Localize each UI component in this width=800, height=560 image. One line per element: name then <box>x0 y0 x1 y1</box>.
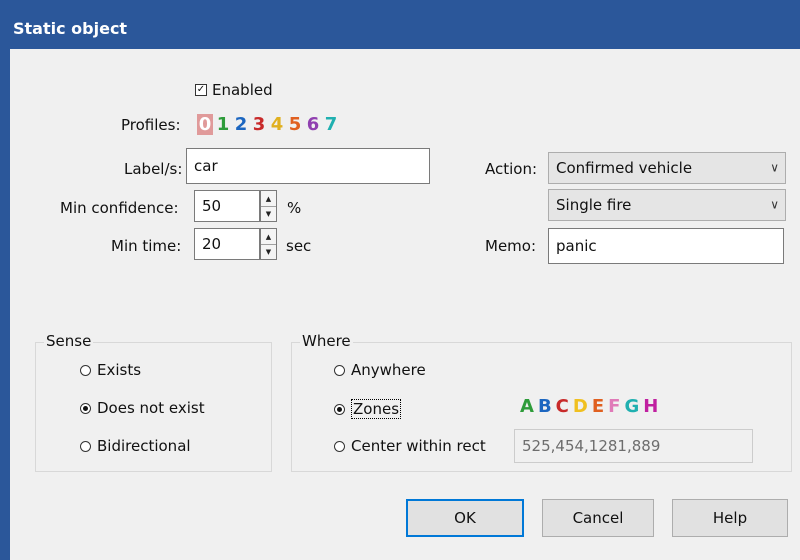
zone-c[interactable]: C <box>556 396 569 417</box>
spin-down-icon[interactable]: ▼ <box>261 206 276 221</box>
checkbox-check-icon: ✓ <box>195 84 207 96</box>
static-object-dialog: Static object ✓ Enabled Profiles: 012345… <box>0 0 800 560</box>
sense-radio-exists[interactable]: Exists <box>80 361 141 379</box>
min-confidence-label: Min confidence: <box>60 199 179 217</box>
rect-input: 525,454,1281,889 <box>514 429 753 463</box>
where-radio-zones[interactable]: Zones <box>334 399 402 419</box>
where-radio-center-within-rect[interactable]: Center within rect <box>334 437 486 455</box>
zone-f[interactable]: F <box>608 396 620 417</box>
zone-g[interactable]: G <box>624 396 639 417</box>
zone-b[interactable]: B <box>538 396 552 417</box>
where-option-label: Center within rect <box>351 437 486 455</box>
action-select-value: Confirmed vehicle <box>556 159 693 177</box>
enabled-label: Enabled <box>212 81 273 99</box>
action-label: Action: <box>485 160 538 178</box>
profile-7[interactable]: 7 <box>323 114 339 135</box>
where-option-label: Zones <box>351 399 402 419</box>
radio-icon <box>80 440 91 452</box>
cancel-button-label: Cancel <box>572 509 624 527</box>
spin-up-icon[interactable]: ▲ <box>261 191 276 206</box>
labels-input[interactable]: car <box>186 148 430 184</box>
rect-input-value: 525,454,1281,889 <box>522 437 661 455</box>
fire-mode-select-value: Single fire <box>556 196 632 214</box>
title-bar[interactable]: Static object <box>0 0 800 49</box>
where-option-label: Anywhere <box>351 361 426 379</box>
help-button[interactable]: Help <box>672 499 788 537</box>
profile-4[interactable]: 4 <box>269 114 285 135</box>
min-confidence-value: 50 <box>202 197 222 215</box>
radio-icon <box>334 364 345 376</box>
spin-up-icon[interactable]: ▲ <box>261 229 276 244</box>
zone-e[interactable]: E <box>592 396 604 417</box>
min-confidence-input[interactable]: 50 <box>194 190 260 222</box>
spin-down-icon[interactable]: ▼ <box>261 244 276 259</box>
dialog-client-area: ✓ Enabled Profiles: 01234567 Label/s: ca… <box>10 49 800 560</box>
memo-input[interactable]: panic <box>548 228 784 264</box>
radio-icon <box>80 364 91 376</box>
window-title: Static object <box>13 19 128 38</box>
profiles-label: Profiles: <box>121 116 181 134</box>
radio-selected-icon <box>80 402 91 414</box>
min-time-spinner[interactable]: ▲ ▼ <box>260 228 277 260</box>
action-select[interactable]: Confirmed vehicle ∨ <box>548 152 786 184</box>
window-frame-left <box>0 49 10 560</box>
profiles-selector[interactable]: 01234567 <box>197 114 339 135</box>
min-confidence-spinner[interactable]: ▲ ▼ <box>260 190 277 222</box>
sense-radio-bidirectional[interactable]: Bidirectional <box>80 437 191 455</box>
labels-label: Label/s: <box>124 160 183 178</box>
ok-button-label: OK <box>454 509 476 527</box>
ok-button[interactable]: OK <box>406 499 524 537</box>
sense-option-label: Exists <box>97 361 142 379</box>
profile-6[interactable]: 6 <box>305 114 321 135</box>
memo-input-value: panic <box>556 237 597 255</box>
help-button-label: Help <box>712 509 748 527</box>
where-group-title: Where <box>300 332 353 350</box>
min-time-value: 20 <box>202 235 222 253</box>
profile-0[interactable]: 0 <box>197 114 213 135</box>
min-time-unit: sec <box>286 237 312 255</box>
where-radio-anywhere[interactable]: Anywhere <box>334 361 426 379</box>
zone-d[interactable]: D <box>573 396 588 417</box>
zones-selector[interactable]: ABCDEFGH <box>520 396 658 417</box>
profile-3[interactable]: 3 <box>251 114 267 135</box>
sense-option-label: Bidirectional <box>97 437 191 455</box>
chevron-down-icon: ∨ <box>770 197 779 212</box>
labels-input-value: car <box>194 157 218 175</box>
profile-5[interactable]: 5 <box>287 114 303 135</box>
enabled-checkbox[interactable]: ✓ Enabled <box>195 81 273 99</box>
profile-1[interactable]: 1 <box>215 114 231 135</box>
fire-mode-select[interactable]: Single fire ∨ <box>548 189 786 221</box>
where-group: Where Anywhere Zones Center within rect … <box>291 332 792 472</box>
min-time-input[interactable]: 20 <box>194 228 260 260</box>
chevron-down-icon: ∨ <box>770 160 779 175</box>
sense-group: Sense Exists Does not exist Bidirectiona… <box>35 332 272 472</box>
cancel-button[interactable]: Cancel <box>542 499 654 537</box>
sense-group-title: Sense <box>44 332 94 350</box>
min-time-label: Min time: <box>111 237 182 255</box>
zone-a[interactable]: A <box>520 396 534 417</box>
sense-option-label: Does not exist <box>97 399 205 417</box>
min-confidence-unit: % <box>287 199 302 217</box>
memo-label: Memo: <box>485 237 537 255</box>
zone-h[interactable]: H <box>643 396 658 417</box>
radio-selected-icon <box>334 403 345 415</box>
radio-icon <box>334 440 345 452</box>
profile-2[interactable]: 2 <box>233 114 249 135</box>
sense-radio-does-not-exist[interactable]: Does not exist <box>80 399 205 417</box>
